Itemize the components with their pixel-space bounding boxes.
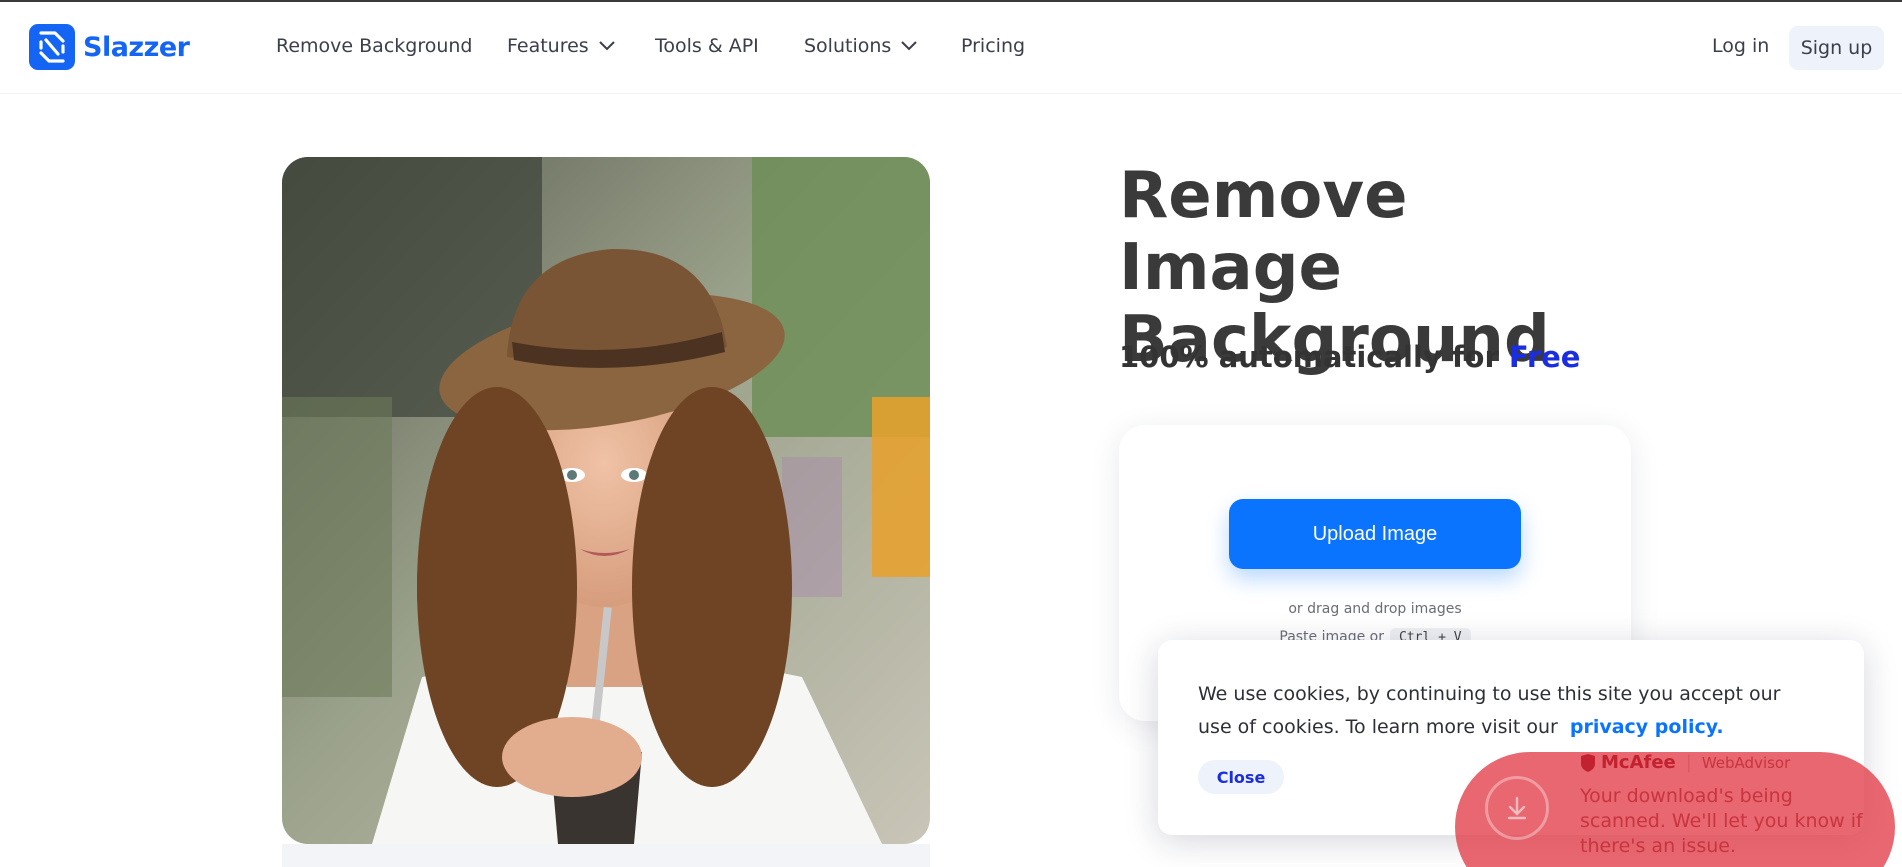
top-navbar: Slazzer Remove Background Features Tools… [0, 2, 1902, 94]
mcafee-brand-name: McAfee [1601, 752, 1676, 773]
mcafee-download-toast[interactable]: McAfee | WebAdvisor Your download's bein… [1455, 752, 1895, 867]
nav-tools-api[interactable]: Tools & API [655, 35, 759, 57]
photo-caption-strip [282, 844, 930, 867]
nav-solutions[interactable]: Solutions [804, 35, 918, 57]
cookie-close-button[interactable]: Close [1198, 760, 1284, 794]
nav-label: Remove Background [276, 35, 473, 57]
mcafee-product: WebAdvisor [1701, 753, 1791, 772]
nav-pricing[interactable]: Pricing [961, 35, 1025, 57]
hero-sample-photo [282, 157, 930, 844]
mcafee-brand: McAfee | WebAdvisor [1580, 752, 1790, 773]
brand-name: Slazzer [83, 31, 190, 63]
signup-button[interactable]: Sign up [1789, 26, 1884, 70]
slazzer-logo-icon [29, 24, 75, 70]
privacy-policy-link[interactable]: privacy policy. [1570, 716, 1724, 738]
upload-image-button[interactable]: Upload Image [1229, 499, 1521, 569]
mcafee-message: Your download's being scanned. We'll let… [1580, 785, 1863, 857]
cookie-message: We use cookies, by continuing to use thi… [1198, 678, 1818, 744]
hero-subtitle-text: 100% automatically for [1119, 340, 1499, 374]
hero-subtitle: 100% automatically for Free [1119, 340, 1580, 374]
download-scan-icon [1485, 776, 1549, 840]
drag-drop-hint: or drag and drop images [1288, 601, 1462, 617]
nav-features[interactable]: Features [507, 35, 615, 57]
chevron-down-icon [598, 41, 615, 51]
nav-remove-background[interactable]: Remove Background [276, 35, 473, 57]
nav-label: Tools & API [655, 35, 759, 57]
nav-label: Solutions [804, 35, 892, 57]
nav-label: Features [507, 35, 589, 57]
mcafee-shield-icon [1581, 753, 1595, 772]
slazzer-logo[interactable]: Slazzer [29, 24, 190, 70]
nav-label: Pricing [961, 35, 1026, 57]
chevron-down-icon [901, 41, 918, 51]
login-link[interactable]: Log in [1712, 35, 1769, 57]
hero-subtitle-highlight: Free [1508, 340, 1581, 374]
